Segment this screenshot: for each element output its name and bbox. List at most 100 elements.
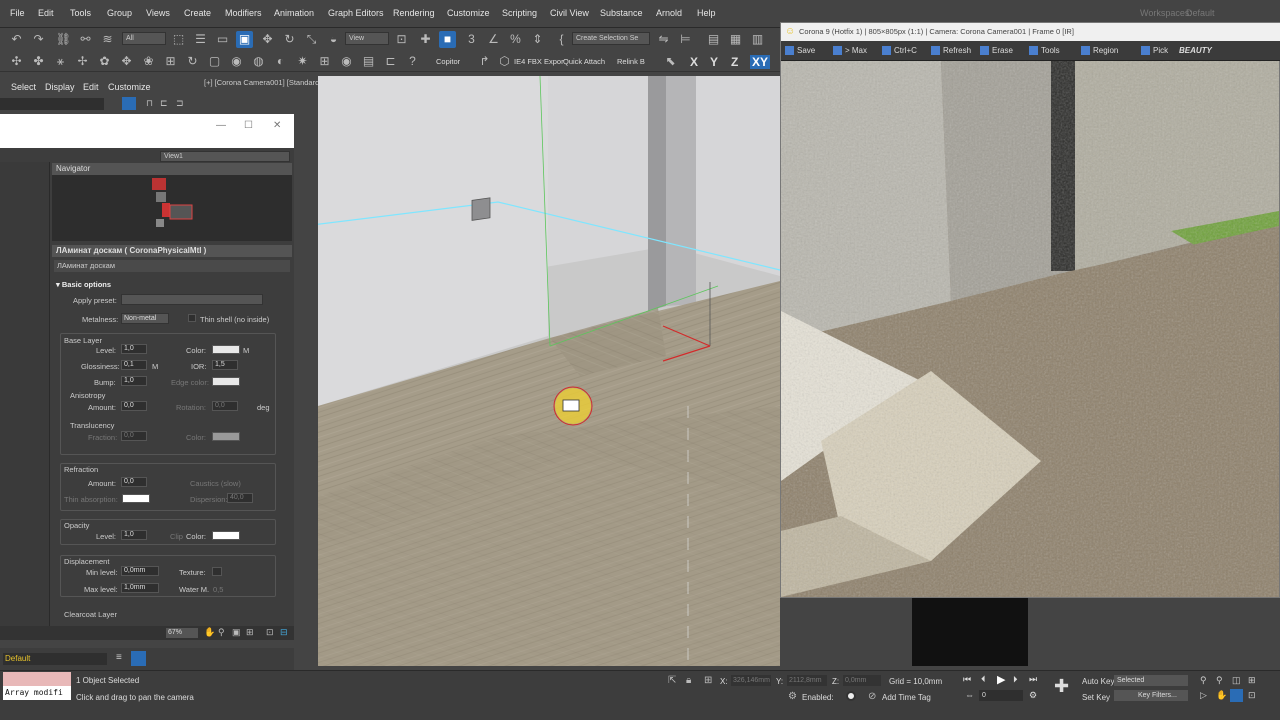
glossiness-map-button[interactable]: M: [152, 362, 158, 371]
basic-options-rollout[interactable]: ▾ Basic options: [56, 280, 111, 289]
redo-icon[interactable]: ↷: [30, 31, 47, 48]
zoom-all-viewport-icon[interactable]: ⚲: [1216, 675, 1223, 686]
opacity-level-spinner[interactable]: 1,0: [121, 530, 147, 540]
scatter-icon[interactable]: ✤: [30, 53, 47, 70]
tab-customize[interactable]: Customize: [108, 82, 151, 92]
selection-filter-dropdown[interactable]: All: [122, 32, 166, 45]
layers-stack-icon[interactable]: ≡: [116, 652, 122, 663]
tree-icon[interactable]: ✿: [96, 53, 113, 70]
maxscript-listener-pink[interactable]: [3, 672, 71, 686]
scene-explorer-icon[interactable]: ▤: [705, 31, 722, 48]
bind-space-warp-icon[interactable]: ≋: [99, 31, 116, 48]
axis-z[interactable]: Z: [731, 55, 738, 69]
menu-tools[interactable]: Tools: [70, 8, 91, 18]
light-icon[interactable]: ✷: [294, 53, 311, 70]
menu-create[interactable]: Create: [184, 8, 211, 18]
object-paint-icon[interactable]: ✥: [118, 53, 135, 70]
scene-search-field[interactable]: [0, 98, 104, 110]
walk-through-icon[interactable]: [1230, 689, 1243, 702]
select-by-name-icon[interactable]: ☰: [192, 31, 209, 48]
layer-explorer-button-icon[interactable]: [131, 651, 146, 666]
thin-shell-checkbox[interactable]: [188, 314, 196, 322]
railclone-icon[interactable]: ⊞: [162, 53, 179, 70]
zoom-icon[interactable]: ⚲: [218, 627, 225, 638]
menu-animation[interactable]: Animation: [274, 8, 314, 18]
fbx-export-button[interactable]: IE4 FBX Expor: [514, 57, 564, 66]
material-name-field[interactable]: ЛАминат доскам: [54, 260, 290, 272]
base-color-swatch[interactable]: [212, 345, 240, 354]
vfb-save-button[interactable]: Save: [785, 46, 815, 56]
cloth-icon[interactable]: ✢: [74, 53, 91, 70]
keyboard-shortcut-override-icon[interactable]: ■: [439, 31, 456, 48]
scale-icon[interactable]: ⤡: [303, 31, 320, 48]
eye-icon[interactable]: ◉: [338, 53, 355, 70]
fraction-spinner[interactable]: 0,0: [121, 431, 147, 441]
key-selection-dropdown[interactable]: Selected: [1114, 675, 1188, 686]
unlink-icon[interactable]: ⚯: [77, 31, 94, 48]
close-icon[interactable]: ✕: [273, 120, 281, 131]
bracket-icon[interactable]: ⊏: [382, 53, 399, 70]
axis-xy[interactable]: XY: [750, 55, 771, 69]
vfb-to-max-button[interactable]: > Max: [833, 46, 867, 56]
undo-icon[interactable]: ↶: [8, 31, 25, 48]
time-config-icon[interactable]: ⚙: [1029, 690, 1037, 701]
transform-mode-icon[interactable]: ⊞: [704, 675, 712, 686]
current-layer-field[interactable]: Default: [3, 653, 107, 665]
refraction-amount-spinner[interactable]: 0,0: [121, 477, 147, 487]
next-frame-icon[interactable]: ⏵: [1013, 674, 1018, 685]
workspaces-value[interactable]: Default: [1186, 8, 1215, 18]
array-icon[interactable]: ⚹: [52, 53, 69, 70]
rotate-icon[interactable]: ↻: [281, 31, 298, 48]
thin-absorption-swatch[interactable]: [122, 494, 150, 503]
y-coordinate-field[interactable]: 2112,8mm: [787, 675, 827, 686]
translucency-color-swatch[interactable]: [212, 432, 240, 441]
vfb-ctrl-c-button[interactable]: Ctrl+C: [882, 46, 917, 56]
z-coordinate-field[interactable]: 0,0mm: [843, 675, 881, 686]
minimize-icon[interactable]: —: [216, 120, 226, 131]
viewport-3d[interactable]: [318, 76, 780, 666]
material-browser-strip[interactable]: [0, 162, 50, 640]
add-time-tag[interactable]: Add Time Tag: [882, 693, 931, 702]
vfb-tools-button[interactable]: Tools: [1029, 46, 1060, 56]
edge-color-swatch[interactable]: [212, 377, 240, 386]
grid-icon[interactable]: ✣: [8, 53, 25, 70]
selection-lock-icon[interactable]: 🔒︎: [686, 675, 691, 686]
axis-x[interactable]: X: [690, 55, 698, 69]
menu-customize[interactable]: Customize: [447, 8, 490, 18]
hierarchy-icon[interactable]: ⊏: [160, 98, 168, 109]
reference-coord-dropdown[interactable]: View: [345, 32, 389, 45]
vfb-pick-button[interactable]: Pick: [1141, 46, 1168, 56]
maxscript-input[interactable]: Array modifi: [3, 686, 71, 700]
x-coordinate-field[interactable]: 326,146mm: [731, 675, 771, 686]
rotation-spinner[interactable]: 0,0: [212, 401, 238, 411]
menu-scripting[interactable]: Scripting: [502, 8, 537, 18]
menu-help[interactable]: Help: [697, 8, 716, 18]
isolate-icon[interactable]: ⇱: [668, 675, 676, 686]
edit-named-selection-icon[interactable]: {: [553, 31, 570, 48]
dispersion-spinner[interactable]: 40,0: [227, 493, 253, 503]
place-icon[interactable]: ◒: [325, 31, 342, 48]
zoom-selected-icon[interactable]: ⊟: [280, 627, 288, 638]
wireframe-icon[interactable]: ▢: [206, 53, 223, 70]
percent-snap-icon[interactable]: %: [507, 31, 524, 48]
lock-icon[interactable]: ⊓: [146, 98, 153, 109]
color-map-button[interactable]: M: [243, 346, 249, 355]
select-object-icon[interactable]: ⬚: [170, 31, 187, 48]
filter-icon[interactable]: [122, 97, 136, 110]
navigator-view[interactable]: [52, 175, 292, 241]
go-to-end-icon[interactable]: ⏭: [1029, 674, 1037, 685]
align-icon[interactable]: ⊨: [677, 31, 694, 48]
layers-icon[interactable]: ⊐: [176, 98, 184, 109]
create-selection-set-dropdown[interactable]: Create Selection Se: [572, 32, 650, 45]
apply-preset-dropdown[interactable]: [121, 294, 263, 305]
render-setup-icon[interactable]: ◍: [250, 53, 267, 70]
menu-arnold[interactable]: Arnold: [656, 8, 682, 18]
angle-snap-icon[interactable]: ∠: [485, 31, 502, 48]
tab-edit[interactable]: Edit: [83, 82, 99, 92]
auto-key-button[interactable]: Auto Key: [1082, 677, 1114, 686]
time-tag-icon[interactable]: ⊘: [868, 691, 876, 702]
zoom-extents-icon[interactable]: ⊞: [246, 627, 254, 638]
vfb-erase-button[interactable]: Erase: [980, 46, 1013, 56]
glossiness-spinner[interactable]: 0,1: [121, 360, 147, 370]
enabled-toggle[interactable]: [846, 691, 856, 701]
